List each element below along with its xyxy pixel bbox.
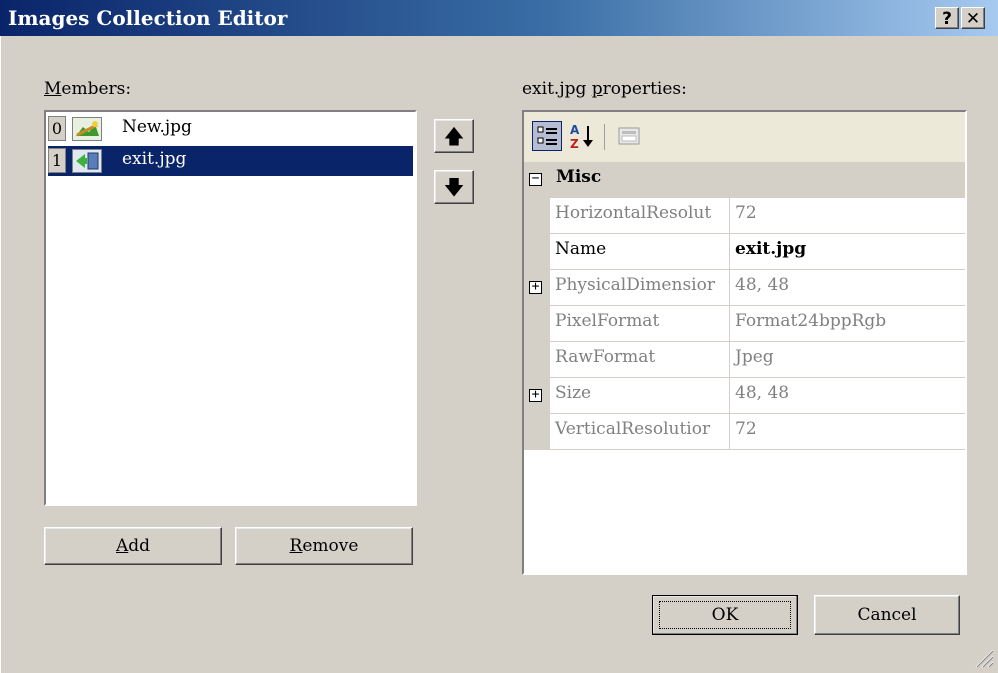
- property-value[interactable]: Format24bppRgb: [730, 306, 965, 342]
- property-row[interactable]: VerticalResolutior 72: [524, 414, 965, 450]
- category-name: Misc: [556, 167, 602, 187]
- categorized-icon: [537, 126, 557, 145]
- list-item-selected[interactable]: 1 exit.jpg: [48, 146, 413, 176]
- property-row[interactable]: + PhysicalDimensior 48, 48: [524, 270, 965, 306]
- property-row[interactable]: + Size 48, 48: [524, 378, 965, 414]
- move-up-button[interactable]: 🡅: [434, 119, 474, 153]
- property-row[interactable]: HorizontalResolut 72: [524, 198, 965, 234]
- property-name: PixelFormat: [550, 306, 730, 342]
- row-gutter: +: [524, 378, 550, 414]
- property-name: Name: [550, 234, 730, 270]
- property-row[interactable]: Name exit.jpg: [524, 234, 965, 270]
- property-toolbar: A Z: [524, 112, 965, 162]
- svg-text:A: A: [570, 123, 580, 137]
- sort-alphabetical-icon: A Z: [570, 123, 593, 151]
- row-gutter: [524, 414, 550, 450]
- expand-icon[interactable]: +: [529, 280, 542, 294]
- new-image-icon: [72, 117, 102, 141]
- window-title: Images Collection Editor: [8, 6, 288, 30]
- property-value[interactable]: 48, 48: [730, 270, 965, 306]
- expand-icon[interactable]: +: [529, 388, 542, 402]
- property-value[interactable]: exit.jpg: [730, 234, 965, 270]
- ok-button[interactable]: OK: [652, 595, 798, 635]
- row-gutter: [524, 306, 550, 342]
- toolbar-separator: [604, 124, 605, 150]
- arrow-down-icon: 🡇: [443, 175, 465, 199]
- cancel-button[interactable]: Cancel: [814, 595, 960, 635]
- members-list[interactable]: 0 New.jpg 1 exit.jpg: [44, 110, 417, 506]
- row-gutter: [524, 234, 550, 270]
- property-pages-button[interactable]: [614, 121, 644, 151]
- resize-grip-icon[interactable]: [972, 646, 994, 668]
- item-index: 0: [48, 116, 66, 141]
- property-name: Size: [550, 378, 730, 414]
- alphabetical-button[interactable]: A Z: [568, 121, 598, 151]
- add-button[interactable]: Add: [44, 527, 222, 565]
- add-button-label: Add: [115, 536, 151, 556]
- item-name: New.jpg: [122, 117, 192, 137]
- members-label: Members:: [44, 79, 132, 99]
- property-name: HorizontalResolut: [550, 198, 730, 234]
- row-gutter: [524, 342, 550, 378]
- property-value[interactable]: Jpeg: [730, 342, 965, 378]
- category-row-misc[interactable]: − Misc: [524, 162, 965, 198]
- remove-button-label: Remove: [289, 536, 359, 556]
- property-name: VerticalResolutior: [550, 414, 730, 450]
- focus-rectangle: [659, 601, 791, 629]
- list-item[interactable]: 0 New.jpg: [48, 114, 413, 144]
- property-value[interactable]: 72: [730, 198, 965, 234]
- help-button[interactable]: ?: [935, 7, 959, 29]
- exit-image-icon: [72, 149, 102, 173]
- item-index: 1: [48, 148, 66, 173]
- property-grid[interactable]: A Z − Misc HorizontalResolut 72 Name exi…: [522, 110, 967, 575]
- move-down-button[interactable]: 🡇: [434, 170, 474, 204]
- collapse-icon[interactable]: −: [529, 172, 542, 186]
- item-name: exit.jpg: [122, 149, 187, 169]
- window-edge: [0, 36, 1, 673]
- property-row[interactable]: RawFormat Jpeg: [524, 342, 965, 378]
- property-pages-icon: [618, 127, 640, 145]
- property-value[interactable]: 48, 48: [730, 378, 965, 414]
- title-bar[interactable]: Images Collection Editor ? ✕: [0, 0, 998, 36]
- cancel-button-label: Cancel: [857, 605, 917, 625]
- arrow-up-icon: 🡅: [443, 124, 465, 148]
- members-label-rest: embers:: [61, 79, 132, 99]
- property-row[interactable]: PixelFormat Format24bppRgb: [524, 306, 965, 342]
- close-button[interactable]: ✕: [961, 7, 985, 29]
- svg-text:Z: Z: [570, 137, 579, 151]
- remove-button[interactable]: Remove: [235, 527, 413, 565]
- row-gutter: [524, 198, 550, 234]
- property-name: RawFormat: [550, 342, 730, 378]
- row-gutter: +: [524, 270, 550, 306]
- property-name: PhysicalDimensior: [550, 270, 730, 306]
- property-value[interactable]: 72: [730, 414, 965, 450]
- properties-label: exit.jpg properties:: [522, 79, 687, 99]
- categorized-button[interactable]: [532, 121, 562, 151]
